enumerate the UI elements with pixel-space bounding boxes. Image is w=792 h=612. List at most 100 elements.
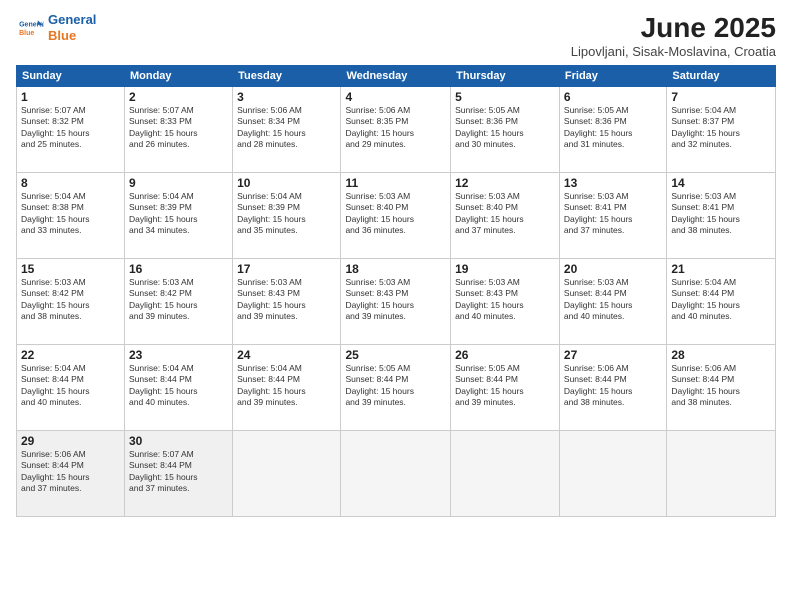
table-row: 15Sunrise: 5:03 AMSunset: 8:42 PMDayligh… (17, 259, 125, 345)
table-row (451, 431, 560, 517)
header-wednesday: Wednesday (341, 66, 451, 87)
table-row: 30Sunrise: 5:07 AMSunset: 8:44 PMDayligh… (124, 431, 232, 517)
header-tuesday: Tuesday (233, 66, 341, 87)
table-row: 28Sunrise: 5:06 AMSunset: 8:44 PMDayligh… (667, 345, 776, 431)
day-info: Sunrise: 5:06 AMSunset: 8:44 PMDaylight:… (21, 449, 120, 495)
calendar-header: Sunday Monday Tuesday Wednesday Thursday… (17, 66, 776, 87)
calendar-body: 1Sunrise: 5:07 AMSunset: 8:32 PMDaylight… (17, 87, 776, 517)
day-number: 16 (129, 262, 228, 276)
day-info: Sunrise: 5:03 AMSunset: 8:40 PMDaylight:… (455, 191, 555, 237)
table-row: 12Sunrise: 5:03 AMSunset: 8:40 PMDayligh… (451, 173, 560, 259)
table-row: 16Sunrise: 5:03 AMSunset: 8:42 PMDayligh… (124, 259, 232, 345)
day-info: Sunrise: 5:06 AMSunset: 8:44 PMDaylight:… (564, 363, 662, 409)
table-row: 29Sunrise: 5:06 AMSunset: 8:44 PMDayligh… (17, 431, 125, 517)
logo: General Blue General Blue (16, 12, 96, 43)
svg-text:General: General (19, 21, 44, 28)
calendar-week-row: 15Sunrise: 5:03 AMSunset: 8:42 PMDayligh… (17, 259, 776, 345)
day-info: Sunrise: 5:03 AMSunset: 8:41 PMDaylight:… (671, 191, 771, 237)
day-info: Sunrise: 5:06 AMSunset: 8:34 PMDaylight:… (237, 105, 336, 151)
table-row: 23Sunrise: 5:04 AMSunset: 8:44 PMDayligh… (124, 345, 232, 431)
day-info: Sunrise: 5:03 AMSunset: 8:40 PMDaylight:… (345, 191, 446, 237)
table-row: 24Sunrise: 5:04 AMSunset: 8:44 PMDayligh… (233, 345, 341, 431)
weekday-header-row: Sunday Monday Tuesday Wednesday Thursday… (17, 66, 776, 87)
day-number: 10 (237, 176, 336, 190)
calendar-week-row: 1Sunrise: 5:07 AMSunset: 8:32 PMDaylight… (17, 87, 776, 173)
day-number: 9 (129, 176, 228, 190)
month-title: June 2025 (571, 12, 776, 44)
table-row: 3Sunrise: 5:06 AMSunset: 8:34 PMDaylight… (233, 87, 341, 173)
table-row: 20Sunrise: 5:03 AMSunset: 8:44 PMDayligh… (559, 259, 666, 345)
logo-icon: General Blue (16, 14, 44, 42)
day-number: 2 (129, 90, 228, 104)
table-row: 7Sunrise: 5:04 AMSunset: 8:37 PMDaylight… (667, 87, 776, 173)
header-thursday: Thursday (451, 66, 560, 87)
table-row: 4Sunrise: 5:06 AMSunset: 8:35 PMDaylight… (341, 87, 451, 173)
location: Lipovljani, Sisak-Moslavina, Croatia (571, 44, 776, 59)
day-number: 15 (21, 262, 120, 276)
day-number: 18 (345, 262, 446, 276)
calendar: Sunday Monday Tuesday Wednesday Thursday… (16, 65, 776, 517)
day-number: 27 (564, 348, 662, 362)
day-number: 23 (129, 348, 228, 362)
table-row: 17Sunrise: 5:03 AMSunset: 8:43 PMDayligh… (233, 259, 341, 345)
table-row: 11Sunrise: 5:03 AMSunset: 8:40 PMDayligh… (341, 173, 451, 259)
table-row: 10Sunrise: 5:04 AMSunset: 8:39 PMDayligh… (233, 173, 341, 259)
day-info: Sunrise: 5:04 AMSunset: 8:44 PMDaylight:… (237, 363, 336, 409)
day-number: 28 (671, 348, 771, 362)
day-info: Sunrise: 5:04 AMSunset: 8:37 PMDaylight:… (671, 105, 771, 151)
day-info: Sunrise: 5:03 AMSunset: 8:43 PMDaylight:… (237, 277, 336, 323)
day-info: Sunrise: 5:06 AMSunset: 8:35 PMDaylight:… (345, 105, 446, 151)
day-info: Sunrise: 5:07 AMSunset: 8:32 PMDaylight:… (21, 105, 120, 151)
calendar-week-row: 29Sunrise: 5:06 AMSunset: 8:44 PMDayligh… (17, 431, 776, 517)
table-row: 21Sunrise: 5:04 AMSunset: 8:44 PMDayligh… (667, 259, 776, 345)
header-monday: Monday (124, 66, 232, 87)
calendar-week-row: 22Sunrise: 5:04 AMSunset: 8:44 PMDayligh… (17, 345, 776, 431)
table-row: 1Sunrise: 5:07 AMSunset: 8:32 PMDaylight… (17, 87, 125, 173)
day-number: 19 (455, 262, 555, 276)
day-number: 6 (564, 90, 662, 104)
table-row: 2Sunrise: 5:07 AMSunset: 8:33 PMDaylight… (124, 87, 232, 173)
calendar-week-row: 8Sunrise: 5:04 AMSunset: 8:38 PMDaylight… (17, 173, 776, 259)
day-info: Sunrise: 5:04 AMSunset: 8:44 PMDaylight:… (129, 363, 228, 409)
table-row: 5Sunrise: 5:05 AMSunset: 8:36 PMDaylight… (451, 87, 560, 173)
day-number: 26 (455, 348, 555, 362)
day-number: 12 (455, 176, 555, 190)
title-block: June 2025 Lipovljani, Sisak-Moslavina, C… (571, 12, 776, 59)
day-info: Sunrise: 5:05 AMSunset: 8:36 PMDaylight:… (564, 105, 662, 151)
day-number: 21 (671, 262, 771, 276)
day-info: Sunrise: 5:04 AMSunset: 8:39 PMDaylight:… (237, 191, 336, 237)
header-sunday: Sunday (17, 66, 125, 87)
day-number: 11 (345, 176, 446, 190)
day-number: 30 (129, 434, 228, 448)
day-number: 7 (671, 90, 771, 104)
table-row: 9Sunrise: 5:04 AMSunset: 8:39 PMDaylight… (124, 173, 232, 259)
day-number: 29 (21, 434, 120, 448)
day-info: Sunrise: 5:03 AMSunset: 8:43 PMDaylight:… (345, 277, 446, 323)
day-number: 1 (21, 90, 120, 104)
day-info: Sunrise: 5:04 AMSunset: 8:44 PMDaylight:… (21, 363, 120, 409)
day-number: 8 (21, 176, 120, 190)
day-number: 25 (345, 348, 446, 362)
day-info: Sunrise: 5:03 AMSunset: 8:42 PMDaylight:… (129, 277, 228, 323)
table-row: 26Sunrise: 5:05 AMSunset: 8:44 PMDayligh… (451, 345, 560, 431)
logo-line1: General (48, 12, 96, 27)
table-row (233, 431, 341, 517)
header: General Blue General Blue June 2025 Lipo… (16, 12, 776, 59)
table-row: 6Sunrise: 5:05 AMSunset: 8:36 PMDaylight… (559, 87, 666, 173)
day-number: 17 (237, 262, 336, 276)
page: General Blue General Blue June 2025 Lipo… (0, 0, 792, 612)
day-number: 22 (21, 348, 120, 362)
day-info: Sunrise: 5:04 AMSunset: 8:38 PMDaylight:… (21, 191, 120, 237)
day-number: 14 (671, 176, 771, 190)
day-info: Sunrise: 5:05 AMSunset: 8:44 PMDaylight:… (345, 363, 446, 409)
logo-text: General Blue (48, 12, 96, 43)
table-row: 13Sunrise: 5:03 AMSunset: 8:41 PMDayligh… (559, 173, 666, 259)
table-row: 18Sunrise: 5:03 AMSunset: 8:43 PMDayligh… (341, 259, 451, 345)
header-friday: Friday (559, 66, 666, 87)
day-info: Sunrise: 5:05 AMSunset: 8:36 PMDaylight:… (455, 105, 555, 151)
table-row: 25Sunrise: 5:05 AMSunset: 8:44 PMDayligh… (341, 345, 451, 431)
day-info: Sunrise: 5:06 AMSunset: 8:44 PMDaylight:… (671, 363, 771, 409)
table-row (341, 431, 451, 517)
logo-line2: Blue (48, 28, 76, 43)
day-info: Sunrise: 5:03 AMSunset: 8:42 PMDaylight:… (21, 277, 120, 323)
